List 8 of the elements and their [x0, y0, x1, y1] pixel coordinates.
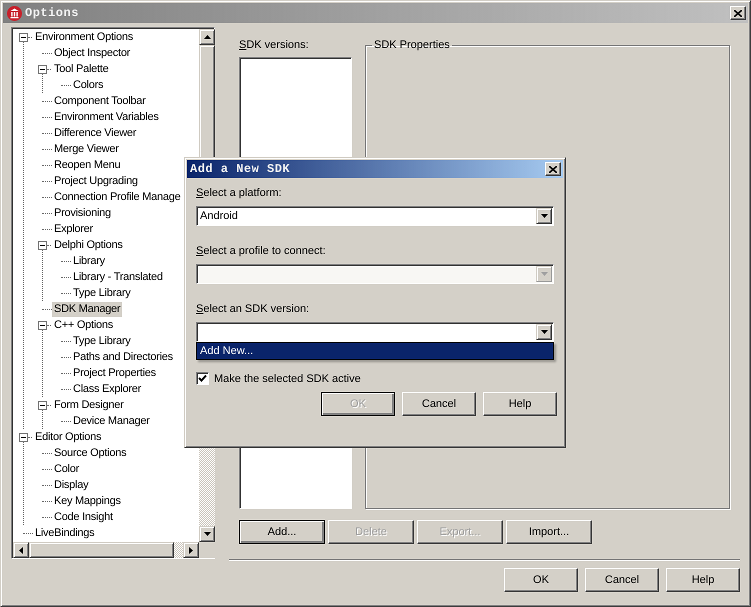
- dialog-title: Add a New SDK: [190, 162, 292, 176]
- field-label: Select a profile to connect:: [196, 244, 327, 258]
- field-label: Select a platform:: [196, 186, 283, 200]
- list-label: SDK versions:: [239, 38, 310, 52]
- group-title: SDK Properties: [373, 38, 451, 52]
- checkbox-label: Make the selected SDK active: [214, 372, 361, 384]
- window-title: Options: [25, 6, 80, 20]
- field-label: Select an SDK version:: [196, 302, 310, 316]
